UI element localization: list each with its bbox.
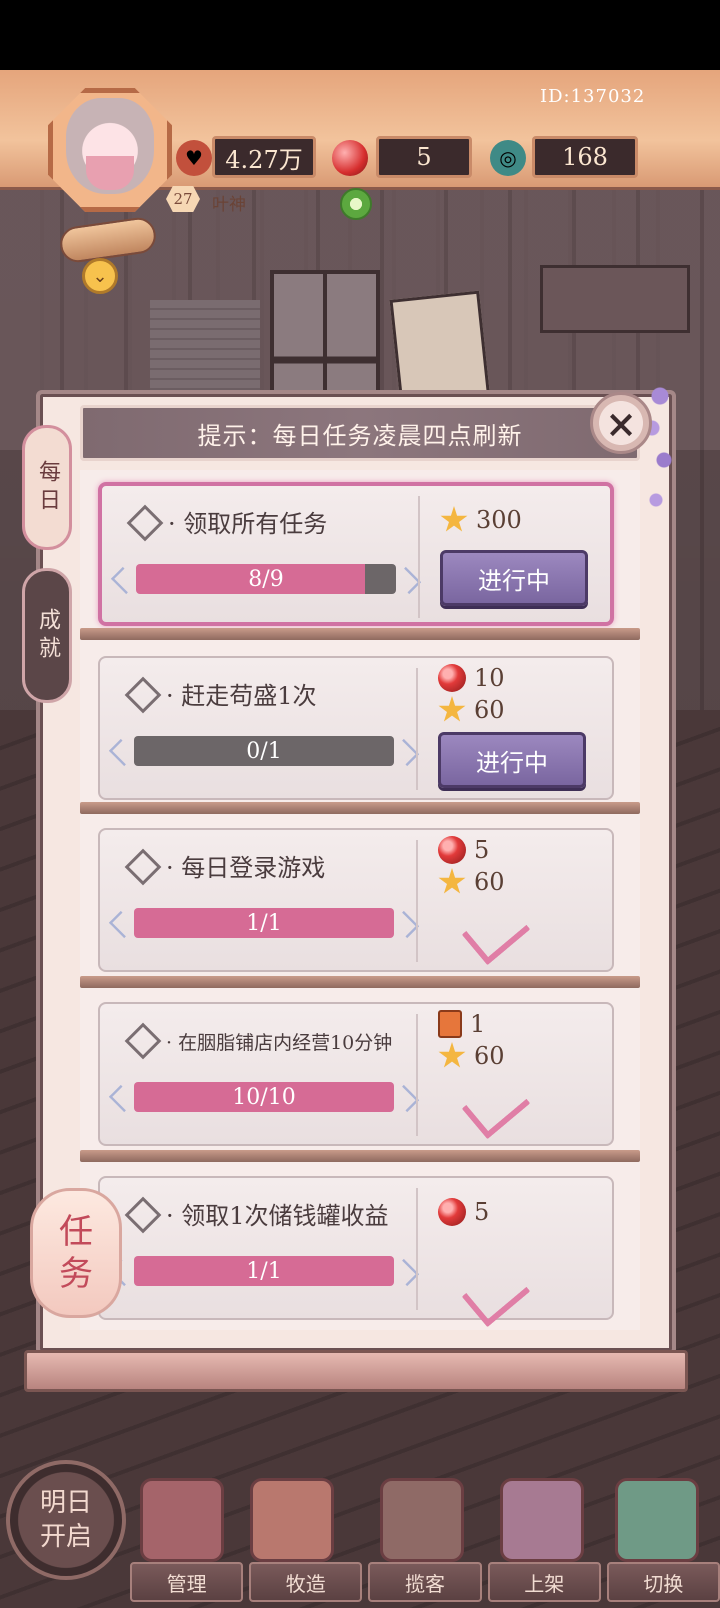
green-status-icon[interactable]: [340, 188, 372, 220]
task-progress: 10/10: [134, 1082, 394, 1112]
star-icon: [438, 696, 466, 722]
reward-value: 60: [474, 868, 505, 896]
task-lantern[interactable]: 任 务: [30, 1188, 122, 1318]
shelf-divider: [80, 628, 640, 640]
reward-value: 1: [470, 1010, 486, 1038]
red-gem-icon: [438, 836, 466, 864]
reward-value: 5: [474, 836, 490, 864]
task-list[interactable]: · 领取所有任务 8/9 300 进行中 · 赶走苟盛1次 0/1 10 60 …: [80, 470, 640, 1330]
star-icon: [438, 1042, 466, 1068]
lantern-label: 任 务: [59, 1212, 93, 1294]
reward: 5: [438, 836, 489, 864]
switch-icon[interactable]: [615, 1478, 699, 1562]
close-button[interactable]: ×: [590, 392, 652, 454]
reward: 60: [438, 696, 505, 724]
manage-icon[interactable]: [140, 1478, 224, 1562]
gems-counter[interactable]: 5: [376, 136, 472, 178]
task-name: · 领取所有任务: [168, 510, 328, 538]
player-id: ID:137032: [540, 86, 646, 107]
diamond-icon: [124, 1022, 162, 1060]
task-name: · 领取1次储钱罐收益: [166, 1202, 389, 1230]
card-icon: [438, 1010, 462, 1038]
reward-value: 60: [474, 1042, 505, 1070]
checkmark-icon: [461, 1260, 531, 1328]
shelf-divider: [80, 976, 640, 988]
panel-bottom-frame: [24, 1350, 688, 1392]
coin-icon: ◎: [490, 140, 526, 176]
star-icon: [438, 868, 466, 894]
task-item: · 在胭脂铺店内经营10分钟 10/10 1 60: [98, 1002, 614, 1146]
avatar[interactable]: [66, 98, 154, 194]
red-gem-icon: [438, 1198, 466, 1226]
task-progress: 0/1: [134, 736, 394, 766]
coins-counter[interactable]: 168: [532, 136, 638, 178]
status-bar: [0, 0, 720, 70]
task-item: · 每日登录游戏 1/1 5 60: [98, 828, 614, 972]
red-gem-icon: [438, 664, 466, 692]
task-item: · 领取所有任务 8/9 300 进行中: [98, 482, 614, 626]
task-name: · 赶走苟盛1次: [166, 682, 317, 710]
task-item: · 赶走苟盛1次 0/1 10 60 进行中: [98, 656, 614, 800]
expand-menu-button[interactable]: ⌄: [82, 258, 118, 294]
tab-daily[interactable]: 每日: [22, 425, 72, 550]
reward-value: 10: [474, 664, 505, 692]
reward: 5: [438, 1198, 489, 1226]
shop-sign: [540, 265, 690, 333]
shelf-divider: [80, 1150, 640, 1162]
nav-solicit-button[interactable]: 揽客: [368, 1562, 482, 1602]
reward: 60: [438, 1042, 505, 1070]
player-name: 叶神: [212, 195, 246, 215]
checkmark-icon: [461, 1072, 531, 1140]
hearts-counter[interactable]: 4.27万: [212, 136, 316, 178]
solicit-icon[interactable]: [380, 1478, 464, 1562]
heart-icon: ♥: [176, 140, 212, 176]
reward-value: 5: [474, 1198, 490, 1226]
tomorrow-label: 明日 开启: [39, 1488, 92, 1552]
checkmark-icon: [461, 898, 531, 966]
shelf-divider: [80, 802, 640, 814]
star-icon: [440, 506, 468, 532]
in-progress-button[interactable]: 进行中: [440, 550, 588, 606]
craft-icon[interactable]: [250, 1478, 334, 1562]
reward-value: 60: [474, 696, 505, 724]
reward: 1: [438, 1010, 485, 1038]
task-progress: 1/1: [134, 1256, 394, 1286]
diamond-icon: [126, 504, 164, 542]
diamond-icon: [124, 1196, 162, 1234]
diamond-icon: [124, 676, 162, 714]
bottom-nav: 管理 牧造 揽客 上架 切换: [130, 1562, 720, 1606]
nav-craft-button[interactable]: 牧造: [249, 1562, 363, 1602]
reward: 300: [440, 506, 522, 534]
panel-tip: 提示：每日任务凌晨四点刷新: [80, 405, 640, 461]
level-badge: 27: [166, 186, 200, 212]
task-progress: 1/1: [134, 908, 394, 938]
reward: 10: [438, 664, 505, 692]
reward-value: 300: [476, 506, 522, 534]
diamond-icon: [124, 848, 162, 886]
nav-switch-button[interactable]: 切换: [606, 1562, 720, 1602]
in-progress-button[interactable]: 进行中: [438, 732, 586, 788]
task-progress: 8/9: [136, 564, 396, 594]
nav-shelve-button[interactable]: 上架: [487, 1562, 601, 1602]
reward: 60: [438, 868, 505, 896]
task-name: · 每日登录游戏: [166, 854, 326, 882]
tab-achievements[interactable]: 成就: [22, 568, 72, 703]
task-item: · 领取1次储钱罐收益 1/1 5: [98, 1176, 614, 1328]
red-gem-icon: [332, 140, 368, 176]
tomorrow-open-button[interactable]: 明日 开启: [6, 1460, 126, 1580]
task-name: · 在胭脂铺店内经营10分钟: [166, 1032, 393, 1054]
shelve-icon[interactable]: [500, 1478, 584, 1562]
nav-manage-button[interactable]: 管理: [130, 1562, 244, 1602]
